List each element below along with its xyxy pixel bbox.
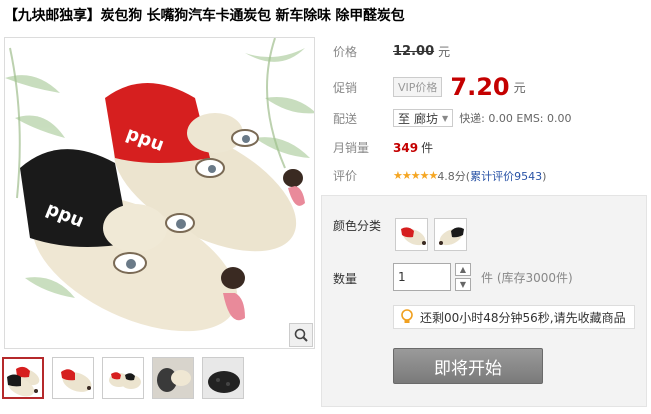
- vip-badge: VIP价格: [393, 77, 443, 97]
- sales-unit: 件: [421, 141, 434, 155]
- quantity-label: 数量: [333, 272, 358, 286]
- review-row: 评价 ★★★★★ 4.8分(累计评价9543): [333, 167, 546, 184]
- rating-close: ): [542, 169, 547, 183]
- thumbnail-2[interactable]: [52, 357, 94, 399]
- thumbnail-5[interactable]: [202, 357, 244, 399]
- increase-button[interactable]: ▲: [455, 263, 471, 276]
- sales-count: 349: [393, 140, 419, 155]
- zoom-button[interactable]: [289, 323, 313, 347]
- sale-price-unit: 元: [513, 80, 526, 95]
- color-option-red[interactable]: [395, 218, 428, 251]
- thumbnail-strip: [2, 357, 244, 399]
- product-title: 【九块邮独享】炭包狗 长嘴狗汽车卡通炭包 新车除味 除甲醛炭包: [4, 8, 405, 24]
- price-row: 价格 12.00 元: [333, 43, 450, 60]
- color-option-black[interactable]: [434, 218, 467, 251]
- rating-text: 4.8分(累计评价9543): [437, 168, 546, 184]
- city-select[interactable]: 至 廊坊 ▼: [393, 109, 454, 127]
- shipping-label: 配送: [333, 111, 358, 126]
- main-product-image: ppu ppu: [4, 37, 315, 349]
- chevron-up-icon: ▲: [459, 265, 467, 274]
- review-count-link[interactable]: 累计评价9543: [470, 170, 542, 183]
- lightbulb-icon: [401, 309, 413, 323]
- chevron-down-icon: ▼: [459, 280, 467, 289]
- sale-price: 7.20: [450, 73, 510, 101]
- stock-note: 件 (库存3000件): [481, 270, 573, 285]
- color-options: [395, 218, 473, 251]
- quantity-stepper: ▲ ▼ 件 (库存3000件): [393, 263, 573, 291]
- chevron-down-icon: ▼: [442, 113, 449, 123]
- decrease-button[interactable]: ▼: [455, 278, 471, 291]
- shipping-row: 配送 至 廊坊 ▼ 快递: 0.00 EMS: 0.00: [333, 109, 572, 127]
- ship-to-label: 至: [398, 111, 411, 126]
- promo-label: 促销: [333, 80, 358, 95]
- star-rating-icon: ★★★★★: [393, 169, 438, 182]
- thumbnail-1[interactable]: [2, 357, 44, 399]
- sales-row: 月销量 349 件: [333, 139, 433, 156]
- thumbnail-4[interactable]: [152, 357, 194, 399]
- color-label: 颜色分类: [333, 219, 382, 233]
- magnifier-icon: [294, 328, 308, 342]
- price-label: 价格: [333, 45, 358, 59]
- color-row: 颜色分类: [333, 217, 393, 234]
- price-unit: 元: [438, 45, 451, 59]
- start-button[interactable]: 即将开始: [393, 348, 543, 384]
- original-price: 12.00: [393, 44, 435, 59]
- shipping-fees: 快递: 0.00 EMS: 0.00: [459, 112, 572, 125]
- quantity-label-row: 数量: [333, 270, 393, 287]
- city-value: 廊坊: [414, 111, 439, 126]
- quantity-input[interactable]: [393, 263, 451, 291]
- countdown-text: 还剩00小时48分钟56秒,请先收藏商品: [420, 310, 626, 325]
- countdown-notice: 还剩00小时48分钟56秒,请先收藏商品: [393, 305, 635, 329]
- review-label: 评价: [333, 169, 358, 183]
- promo-row: 促销 VIP价格 7.20 元: [333, 73, 526, 101]
- sales-label: 月销量: [333, 141, 370, 155]
- rating-score: 4.8分(: [437, 169, 471, 183]
- thumbnail-3[interactable]: [102, 357, 144, 399]
